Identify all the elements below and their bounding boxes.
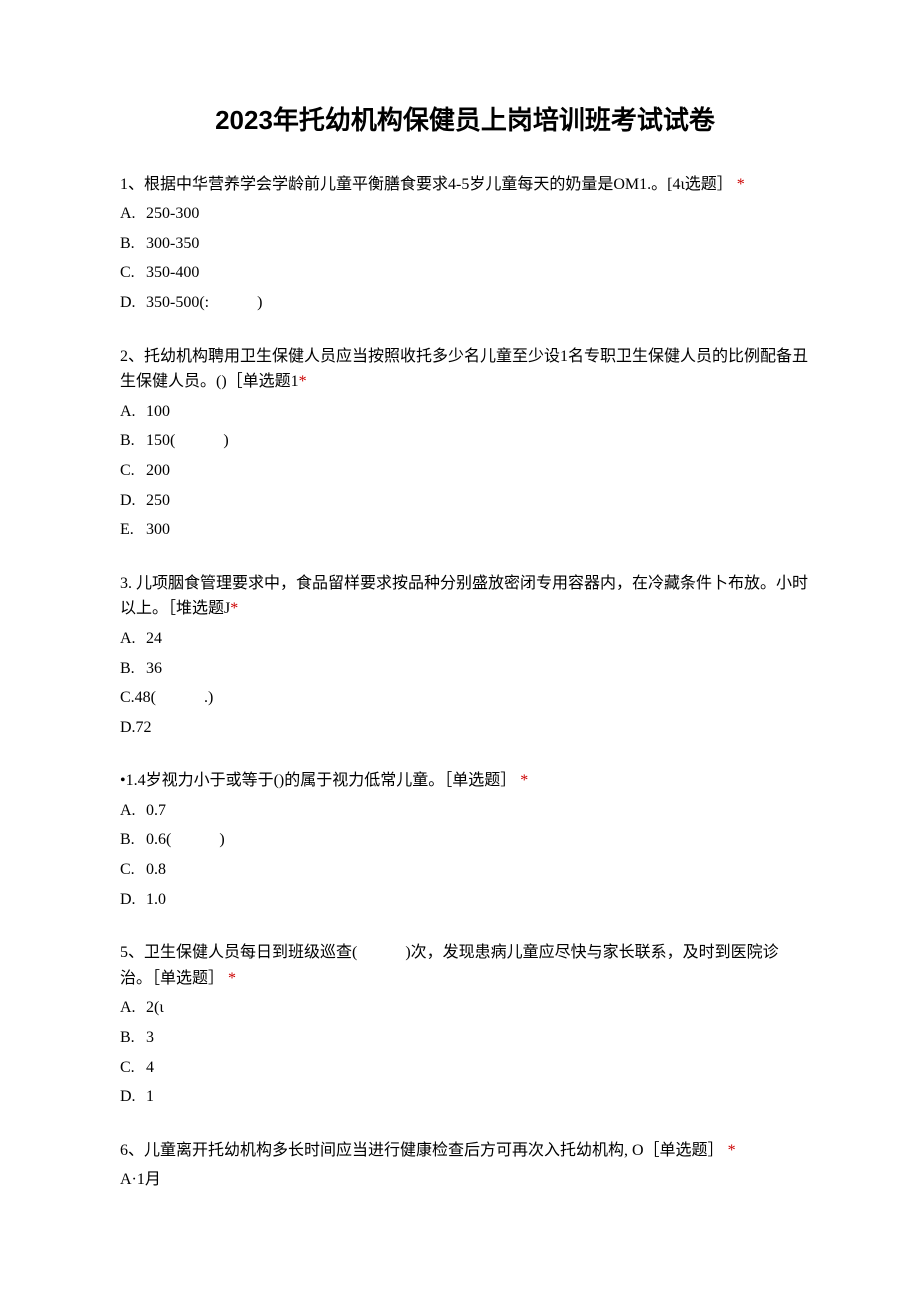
q4-option-b[interactable]: B.0.6( ) — [120, 827, 810, 853]
q3-option-c[interactable]: C.48( .) — [120, 685, 810, 711]
option-label-c: C. — [120, 857, 146, 883]
question-4: •1.4岁视力小于或等于()的属于视力低常儿童。［单选题］ * A.0.7 B.… — [120, 768, 810, 912]
q2-c-text: 200 — [146, 462, 170, 479]
option-label-c: C. — [120, 260, 146, 286]
q2-e-text: 300 — [146, 521, 170, 538]
option-label-d: D. — [120, 290, 146, 316]
q5-option-b[interactable]: B.3 — [120, 1025, 810, 1051]
q5-body: 5、卫生保健人员每日到班级巡查( )次，发现患病儿童应尽快与家长联系，及时到医院… — [120, 944, 779, 987]
option-label-b: B. — [120, 827, 146, 853]
q1-d-text: 350-500(: ) — [146, 294, 262, 311]
option-label-c: C. — [120, 1055, 146, 1081]
question-3-text: 3. 儿项胭食管理要求中，食品留样要求按品种分别盛放密闭专用容器内，在冷藏条件卜… — [120, 571, 810, 622]
q1-a-text: 250-300 — [146, 205, 199, 222]
q5-a-text: 2(ι — [146, 999, 164, 1016]
option-label-b: B. — [120, 231, 146, 257]
question-5-text: 5、卫生保健人员每日到班级巡查( )次，发现患病儿童应尽快与家长联系，及时到医院… — [120, 940, 810, 991]
q4-d-text: 1.0 — [146, 891, 166, 908]
q4-option-d[interactable]: D.1.0 — [120, 887, 810, 913]
q4-a-text: 0.7 — [146, 802, 166, 819]
question-3: 3. 儿项胭食管理要求中，食品留样要求按品种分别盛放密闭专用容器内，在冷藏条件卜… — [120, 571, 810, 741]
option-label-d: D. — [120, 488, 146, 514]
option-label-b: B. — [120, 656, 146, 682]
q4-c-text: 0.8 — [146, 861, 166, 878]
q1-body: 1、根据中华营养学会学龄前儿童平衡膳食要求4-5岁儿童每天的奶量是OM1.。[4… — [120, 176, 733, 193]
q3-c-text: C.48( .) — [120, 689, 213, 706]
required-star: * — [299, 373, 307, 390]
question-2-text: 2、托幼机构聘用卫生保健人员应当按照收托多少名儿童至少设1名专职卫生保健人员的比… — [120, 344, 810, 395]
q1-c-text: 350-400 — [146, 264, 199, 281]
option-label-b: B. — [120, 428, 146, 454]
q3-d-text: D.72 — [120, 719, 152, 736]
option-label-a: A. — [120, 798, 146, 824]
q1-option-d[interactable]: D.350-500(: ) — [120, 290, 810, 316]
q2-d-text: 250 — [146, 492, 170, 509]
required-star: * — [230, 600, 238, 617]
q2-option-a[interactable]: A.100 — [120, 399, 810, 425]
q4-option-a[interactable]: A.0.7 — [120, 798, 810, 824]
q5-c-text: 4 — [146, 1059, 154, 1076]
page-title: 2023年托幼机构保健员上岗培训班考试试卷 — [120, 100, 810, 142]
q5-b-text: 3 — [146, 1029, 154, 1046]
question-4-text: •1.4岁视力小于或等于()的属于视力低常儿童。［单选题］ * — [120, 768, 810, 794]
q5-option-a[interactable]: A.2(ι — [120, 995, 810, 1021]
q3-option-b[interactable]: B.36 — [120, 656, 810, 682]
option-label-e: E. — [120, 517, 146, 543]
option-label-c: C. — [120, 458, 146, 484]
q2-option-b[interactable]: B.150( ) — [120, 428, 810, 454]
option-label-b: B. — [120, 1025, 146, 1051]
q2-a-text: 100 — [146, 403, 170, 420]
q2-body: 2、托幼机构聘用卫生保健人员应当按照收托多少名儿童至少设1名专职卫生保健人员的比… — [120, 348, 808, 391]
q3-b-text: 36 — [146, 660, 162, 677]
question-5: 5、卫生保健人员每日到班级巡查( )次，发现患病儿童应尽快与家长联系，及时到医院… — [120, 940, 810, 1110]
q1-option-c[interactable]: C.350-400 — [120, 260, 810, 286]
q2-b-text: 150( ) — [146, 432, 229, 449]
question-6-text: 6、儿童离开托幼机构多长时间应当进行健康检查后方可再次入托幼机构, O［单选题］… — [120, 1138, 810, 1164]
option-label-d: D. — [120, 1084, 146, 1110]
q4-body: •1.4岁视力小于或等于()的属于视力低常儿童。［单选题］ — [120, 772, 516, 789]
q3-option-a[interactable]: A.24 — [120, 626, 810, 652]
q6-a-text: A·1月 — [120, 1171, 161, 1188]
q1-b-text: 300-350 — [146, 235, 199, 252]
required-star: * — [728, 1142, 736, 1159]
option-label-a: A. — [120, 626, 146, 652]
q2-option-e[interactable]: E.300 — [120, 517, 810, 543]
question-6: 6、儿童离开托幼机构多长时间应当进行健康检查后方可再次入托幼机构, O［单选题］… — [120, 1138, 810, 1193]
option-label-a: A. — [120, 399, 146, 425]
q5-option-c[interactable]: C.4 — [120, 1055, 810, 1081]
q4-option-c[interactable]: C.0.8 — [120, 857, 810, 883]
option-label-d: D. — [120, 887, 146, 913]
required-star: * — [228, 970, 236, 987]
q1-option-b[interactable]: B.300-350 — [120, 231, 810, 257]
q1-option-a[interactable]: A.250-300 — [120, 201, 810, 227]
required-star: * — [520, 772, 528, 789]
q2-option-c[interactable]: C.200 — [120, 458, 810, 484]
q6-option-a[interactable]: A·1月 — [120, 1167, 810, 1193]
question-2: 2、托幼机构聘用卫生保健人员应当按照收托多少名儿童至少设1名专职卫生保健人员的比… — [120, 344, 810, 543]
q3-a-text: 24 — [146, 630, 162, 647]
q4-b-text: 0.6( ) — [146, 831, 225, 848]
q5-option-d[interactable]: D.1 — [120, 1084, 810, 1110]
q3-body: 3. 儿项胭食管理要求中，食品留样要求按品种分别盛放密闭专用容器内，在冷藏条件卜… — [120, 575, 808, 618]
question-1-text: 1、根据中华营养学会学龄前儿童平衡膳食要求4-5岁儿童每天的奶量是OM1.。[4… — [120, 172, 810, 198]
option-label-a: A. — [120, 201, 146, 227]
q3-option-d[interactable]: D.72 — [120, 715, 810, 741]
option-label-a: A. — [120, 995, 146, 1021]
question-1: 1、根据中华营养学会学龄前儿童平衡膳食要求4-5岁儿童每天的奶量是OM1.。[4… — [120, 172, 810, 316]
q6-body: 6、儿童离开托幼机构多长时间应当进行健康检查后方可再次入托幼机构, O［单选题］ — [120, 1142, 724, 1159]
q2-option-d[interactable]: D.250 — [120, 488, 810, 514]
required-star: * — [737, 176, 745, 193]
q5-d-text: 1 — [146, 1088, 154, 1105]
